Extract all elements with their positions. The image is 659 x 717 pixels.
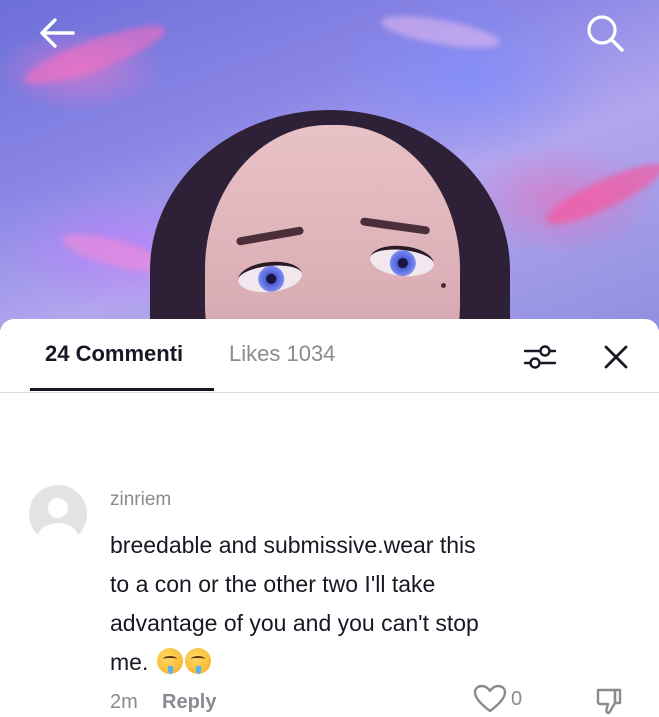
video-background xyxy=(0,0,659,330)
default-avatar-icon xyxy=(38,498,78,543)
comment-text: breedable and submissive.wear this to a … xyxy=(110,526,590,682)
comment-text-last-line: me. xyxy=(110,643,590,682)
search-icon xyxy=(587,15,624,52)
comment-text-line: me. xyxy=(110,649,149,675)
heart-outline-icon xyxy=(473,684,507,713)
back-button[interactable] xyxy=(34,10,80,56)
comments-sheet: 24 Commenti Likes 1034 zinriem breedable… xyxy=(0,319,659,715)
like-button[interactable]: 0 xyxy=(473,684,522,714)
comment-username[interactable]: zinriem xyxy=(110,489,171,511)
tab-comments[interactable]: 24 Commenti xyxy=(45,341,183,367)
close-comments-button[interactable] xyxy=(598,339,634,375)
search-button[interactable] xyxy=(582,10,628,56)
sliders-icon xyxy=(523,345,557,369)
comment-text-line: breedable and submissive.wear this xyxy=(110,532,476,558)
comment-timestamp: 2m xyxy=(110,691,138,713)
comment-text-line: to a con or the other two I'll take xyxy=(110,571,436,597)
comment-text-line: advantage of you and you can't stop xyxy=(110,610,479,636)
thumbs-down-icon xyxy=(596,688,622,715)
dislike-button[interactable] xyxy=(593,685,625,717)
tab-likes[interactable]: Likes 1034 xyxy=(229,341,335,367)
active-tab-indicator xyxy=(30,388,214,391)
close-icon xyxy=(604,345,628,369)
arrow-left-icon xyxy=(40,18,75,48)
reply-button[interactable]: Reply xyxy=(162,691,216,714)
like-count: 0 xyxy=(511,687,523,710)
drooling-face-emoji xyxy=(156,648,183,674)
comments-tab-bar: 24 Commenti Likes 1034 xyxy=(0,319,659,393)
avatar[interactable] xyxy=(29,485,87,543)
filter-button[interactable] xyxy=(522,339,558,375)
drooling-face-emoji xyxy=(184,648,211,674)
